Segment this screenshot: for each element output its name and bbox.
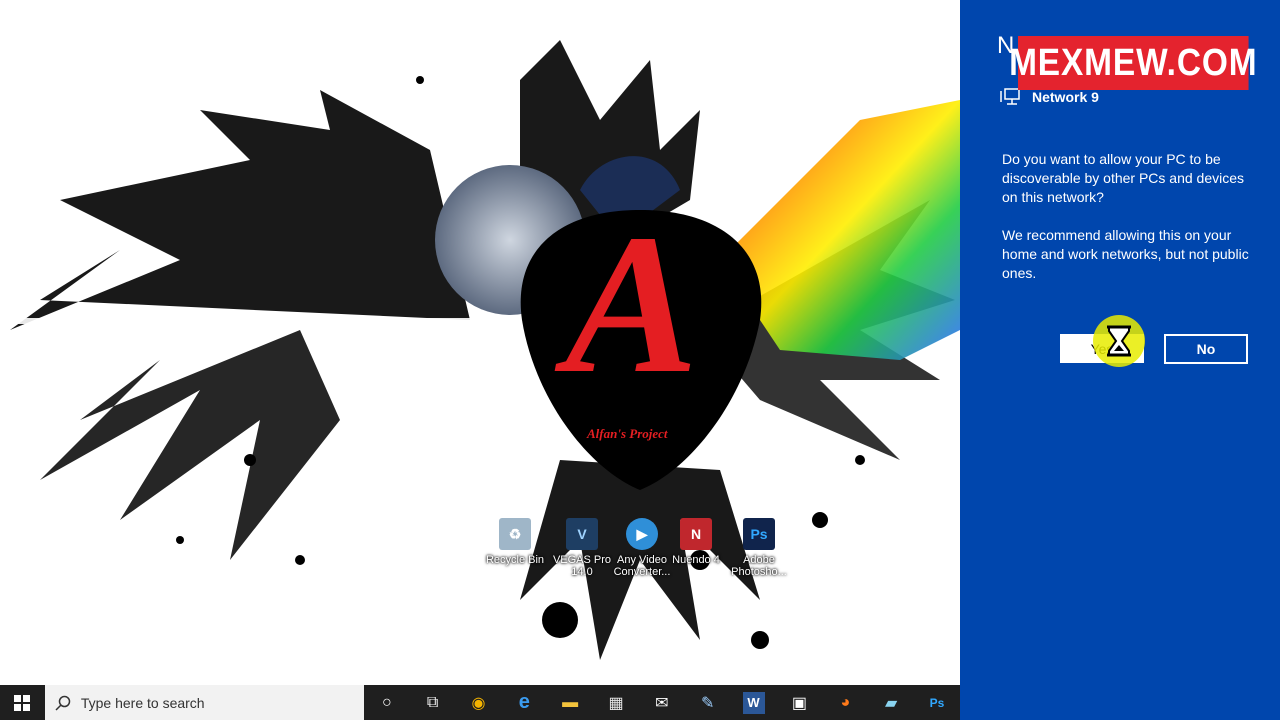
firefox-icon[interactable]: ◕ bbox=[822, 685, 868, 720]
network-name: Network 9 bbox=[1032, 89, 1099, 105]
taskbar-search-box[interactable]: Type here to search bbox=[44, 685, 364, 720]
search-icon bbox=[55, 695, 71, 711]
watermark-banner: MEXMEW.COM bbox=[1009, 36, 1257, 90]
file-explorer-icon[interactable]: ▬ bbox=[547, 685, 593, 720]
eagle-wallpaper bbox=[0, 40, 960, 660]
logo-letter: A bbox=[565, 194, 699, 415]
paint-icon[interactable]: ✎ bbox=[685, 685, 731, 720]
chrome-icon[interactable]: ◉ bbox=[456, 685, 502, 720]
network-discovery-panel: N Network 9 Do you want to allow your PC… bbox=[960, 0, 1280, 720]
start-button[interactable] bbox=[0, 685, 45, 720]
desktop-icon-any-video-converter[interactable]: ▶ Any Video Converter... bbox=[612, 518, 672, 578]
video-editor-icon[interactable]: ▣ bbox=[777, 685, 823, 720]
vegas-pro-icon: V bbox=[566, 518, 598, 550]
desktop: A Alfan's Project ♻ Recycle Bin V VEGAS … bbox=[0, 0, 960, 685]
desktop-icon-label: Adobe Photosho... bbox=[731, 554, 787, 578]
cortana-icon[interactable]: ○ bbox=[364, 685, 410, 720]
recommendation-text: We recommend allowing this on your home … bbox=[1002, 227, 1249, 281]
any-video-converter-icon: ▶ bbox=[626, 518, 658, 550]
logo-caption: Alfan's Project bbox=[587, 426, 668, 441]
desktop-icon-label: VEGAS Pro 14.0 bbox=[552, 554, 612, 578]
discoverable-question: Do you want to allow your PC to be disco… bbox=[1002, 151, 1245, 205]
ethernet-icon bbox=[1000, 88, 1020, 105]
notes-icon[interactable]: ▰ bbox=[868, 685, 914, 720]
word-icon[interactable]: W bbox=[742, 691, 765, 714]
nuendo-icon: N bbox=[680, 518, 712, 550]
photoshop-taskbar-icon[interactable]: Ps bbox=[914, 685, 960, 720]
desktop-icon-label: Nuendo 4 bbox=[672, 554, 720, 566]
store-icon[interactable]: ▦ bbox=[593, 685, 639, 720]
busy-cursor-highlight bbox=[1093, 315, 1145, 367]
edge-icon[interactable]: e bbox=[501, 685, 547, 720]
no-button[interactable]: No bbox=[1164, 334, 1248, 364]
mail-icon[interactable]: ✉ bbox=[639, 685, 685, 720]
hourglass-icon bbox=[1107, 325, 1131, 357]
network-row: Network 9 bbox=[1000, 88, 1099, 106]
desktop-icon-photoshop[interactable]: Ps Adobe Photosho... bbox=[729, 518, 789, 578]
photoshop-icon: Ps bbox=[743, 518, 775, 550]
search-placeholder: Type here to search bbox=[80, 694, 205, 711]
desktop-icon-nuendo[interactable]: N Nuendo 4 bbox=[666, 518, 726, 566]
taskbar: Type here to search ○ ⧉ ◉ e ▬ ▦ ✉ ✎ W ▣ … bbox=[0, 685, 960, 720]
desktop-icon-label: Recycle Bin bbox=[485, 554, 545, 566]
task-view-icon[interactable]: ⧉ bbox=[410, 685, 456, 720]
recycle-bin-icon: ♻ bbox=[499, 518, 531, 550]
windows-icon bbox=[14, 694, 31, 711]
desktop-icon-recycle-bin[interactable]: ♻ Recycle Bin bbox=[485, 518, 545, 566]
desktop-icon-label: Any Video Converter... bbox=[613, 554, 671, 578]
desktop-icon-vegas-pro[interactable]: V VEGAS Pro 14.0 bbox=[552, 518, 612, 578]
